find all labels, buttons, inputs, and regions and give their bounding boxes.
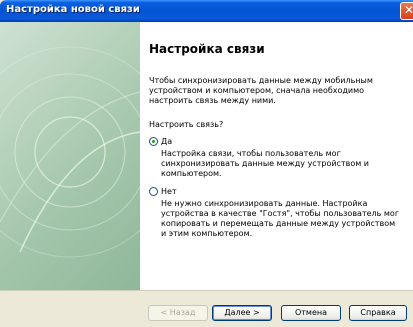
setup-wizard-window: Настройка новой связи ✕ Настройка связи … xyxy=(0,0,413,327)
radio-no-label: Нет xyxy=(161,187,177,196)
radio-unchecked-icon[interactable] xyxy=(149,187,158,196)
wizard-side-panel xyxy=(0,22,140,290)
next-button[interactable]: Далее > xyxy=(212,305,272,321)
radio-checked-icon[interactable] xyxy=(149,137,158,146)
title-bar[interactable]: Настройка новой связи ✕ xyxy=(0,0,413,22)
swirl-decoration-icon xyxy=(0,46,140,258)
radio-yes-description: Настройка связи, чтобы пользователь мог … xyxy=(161,149,369,178)
radio-no-description: Не нужно синхронизировать данные. Настро… xyxy=(161,199,400,238)
close-button[interactable]: ✕ xyxy=(400,2,413,20)
close-icon: ✕ xyxy=(404,3,413,17)
help-button[interactable]: Справка xyxy=(349,305,407,321)
page-description: Чтобы синхронизировать данные между моби… xyxy=(149,76,373,105)
setup-question: Настроить связь? xyxy=(149,120,224,129)
cancel-button[interactable]: Отмена xyxy=(281,305,341,321)
button-bar: < Назад Далее > Отмена Справка xyxy=(0,290,413,327)
radio-yes[interactable]: Да xyxy=(149,137,172,146)
page-title: Настройка связи xyxy=(149,42,265,56)
window-title: Настройка новой связи xyxy=(6,4,140,15)
back-button[interactable]: < Назад xyxy=(148,305,208,321)
radio-no[interactable]: Нет xyxy=(149,187,177,196)
radio-yes-label: Да xyxy=(161,137,173,146)
wizard-content: Настройка связи Чтобы синхронизировать д… xyxy=(140,22,413,290)
